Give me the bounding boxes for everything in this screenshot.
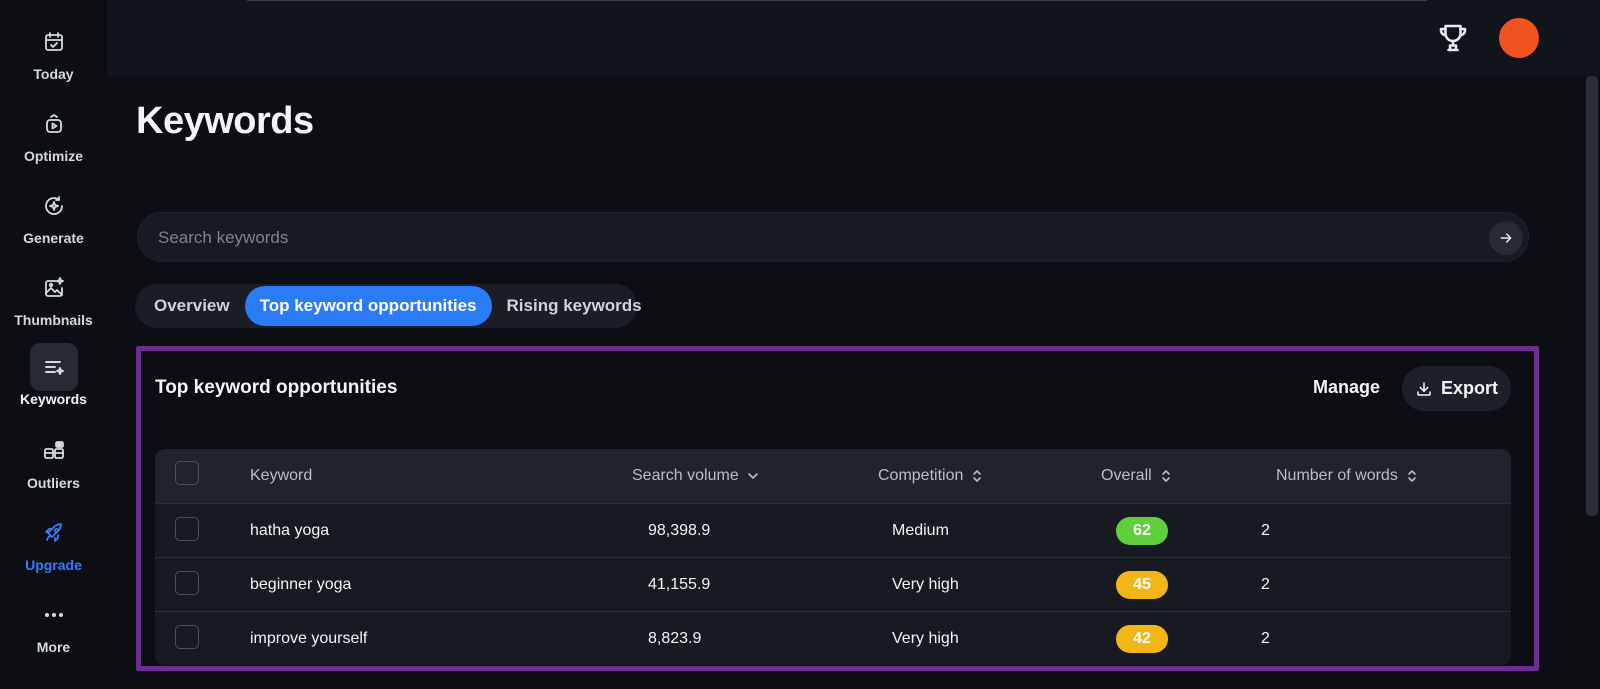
trophy-icon[interactable] xyxy=(1435,20,1471,56)
table-row[interactable]: beginner yoga 41,155.9 Very high 45 2 xyxy=(155,557,1511,611)
keyword-cell: improve yourself xyxy=(250,630,368,647)
sidebar-item-generate[interactable]: Generate xyxy=(0,182,107,246)
table-row[interactable]: hatha yoga 98,398.9 Medium 62 2 xyxy=(155,503,1511,557)
column-header-search-volume[interactable]: Search volume xyxy=(632,449,759,503)
column-header-label: Number of words xyxy=(1276,467,1398,484)
competition-cell: Very high xyxy=(892,576,959,593)
keyword-cell: hatha yoga xyxy=(250,522,330,539)
table-header: Keyword Search volume Competition Overal… xyxy=(155,449,1511,503)
sidebar-item-thumbnails[interactable]: Thumbnails xyxy=(0,264,107,328)
sidebar-item-label: More xyxy=(36,639,71,655)
sidebar: Today Optimize Generate Thumbnails Keywo… xyxy=(0,0,107,689)
tab-rising-keywords[interactable]: Rising keywords xyxy=(492,286,657,326)
tab-overview[interactable]: Overview xyxy=(139,286,245,326)
sidebar-item-label: Today xyxy=(33,66,74,82)
scrollbar[interactable] xyxy=(1586,76,1598,516)
column-header-label: Competition xyxy=(878,467,964,484)
download-icon xyxy=(1417,381,1431,396)
overall-cell: 62 xyxy=(1116,504,1168,558)
top-divider xyxy=(247,0,1427,1)
number-of-words-cell: 2 xyxy=(1261,630,1270,647)
video-optimize-icon xyxy=(30,100,78,148)
column-header-label: Overall xyxy=(1101,467,1152,484)
page-title: Keywords xyxy=(136,100,314,142)
number-of-words-cell: 2 xyxy=(1261,576,1270,593)
overall-cell: 45 xyxy=(1116,558,1168,612)
overall-score-badge: 45 xyxy=(1116,571,1168,599)
select-all-checkbox[interactable] xyxy=(175,461,199,485)
column-header-number-of-words[interactable]: Number of words xyxy=(1276,449,1418,503)
sort-icon xyxy=(1408,470,1416,482)
search-bar xyxy=(137,212,1529,263)
number-of-words-cell: 2 xyxy=(1261,522,1270,539)
export-label: Export xyxy=(1440,378,1498,398)
outliers-icon xyxy=(30,427,78,475)
sidebar-item-keywords[interactable]: Keywords xyxy=(0,343,107,407)
manage-button[interactable]: Manage xyxy=(1313,377,1380,398)
keyword-cell: beginner yoga xyxy=(250,576,352,593)
row-checkbox[interactable] xyxy=(175,571,199,595)
search-volume-cell: 41,155.9 xyxy=(648,576,711,593)
column-header-label: Search volume xyxy=(632,467,739,484)
column-header-label: Keyword xyxy=(250,467,313,484)
search-volume-cell: 8,823.9 xyxy=(648,630,702,647)
row-checkbox[interactable] xyxy=(175,517,199,541)
sidebar-item-label: Generate xyxy=(23,230,84,246)
row-checkbox[interactable] xyxy=(175,625,199,649)
sidebar-item-more[interactable]: More xyxy=(0,591,107,655)
sidebar-item-label: Thumbnails xyxy=(14,312,93,328)
image-sparkle-icon xyxy=(30,264,78,312)
sidebar-item-outliers[interactable]: Outliers xyxy=(0,427,107,491)
export-button[interactable]: Export xyxy=(1402,366,1511,411)
sort-icon xyxy=(973,470,982,482)
sidebar-item-label: Keywords xyxy=(20,391,87,407)
search-volume-cell: 98,398.9 xyxy=(648,522,711,539)
overall-score-badge: 62 xyxy=(1116,517,1168,545)
sidebar-item-label: Upgrade xyxy=(25,557,82,573)
sidebar-item-label: Outliers xyxy=(27,475,80,491)
card-title: Top keyword opportunities xyxy=(155,377,398,398)
rocket-icon xyxy=(30,509,78,557)
sparkle-refresh-icon xyxy=(30,182,78,230)
avatar[interactable] xyxy=(1499,18,1539,58)
app: Today Optimize Generate Thumbnails Keywo… xyxy=(0,0,1600,689)
column-header-keyword[interactable]: Keyword xyxy=(250,449,312,503)
search-submit-button[interactable] xyxy=(1489,221,1523,255)
tab-bar: Overview Top keyword opportunities Risin… xyxy=(135,284,642,328)
competition-cell: Medium xyxy=(892,522,949,539)
overall-score-badge: 42 xyxy=(1116,625,1168,653)
arrow-right-icon xyxy=(1500,233,1512,243)
table-row[interactable]: improve yourself 8,823.9 Very high 42 2 xyxy=(155,611,1511,665)
ellipsis-icon xyxy=(30,591,78,639)
keywords-table: Keyword Search volume Competition Overal… xyxy=(155,449,1511,665)
sidebar-item-label: Optimize xyxy=(23,148,84,164)
sidebar-item-upgrade[interactable]: Upgrade xyxy=(0,509,107,573)
chevron-down-icon xyxy=(747,473,758,479)
column-header-overall[interactable]: Overall xyxy=(1101,449,1172,503)
column-header-competition[interactable]: Competition xyxy=(878,449,983,503)
tab-top-keyword-opportunities[interactable]: Top keyword opportunities xyxy=(244,286,492,326)
sidebar-item-optimize[interactable]: Optimize xyxy=(0,100,107,164)
calendar-check-icon xyxy=(30,18,78,66)
competition-cell: Very high xyxy=(892,630,959,647)
overall-cell: 42 xyxy=(1116,612,1168,665)
list-sparkle-icon xyxy=(29,343,78,391)
search-input[interactable] xyxy=(158,213,1458,263)
top-bar xyxy=(107,0,1600,76)
sidebar-item-today[interactable]: Today xyxy=(0,18,107,82)
sort-icon xyxy=(1161,470,1170,482)
